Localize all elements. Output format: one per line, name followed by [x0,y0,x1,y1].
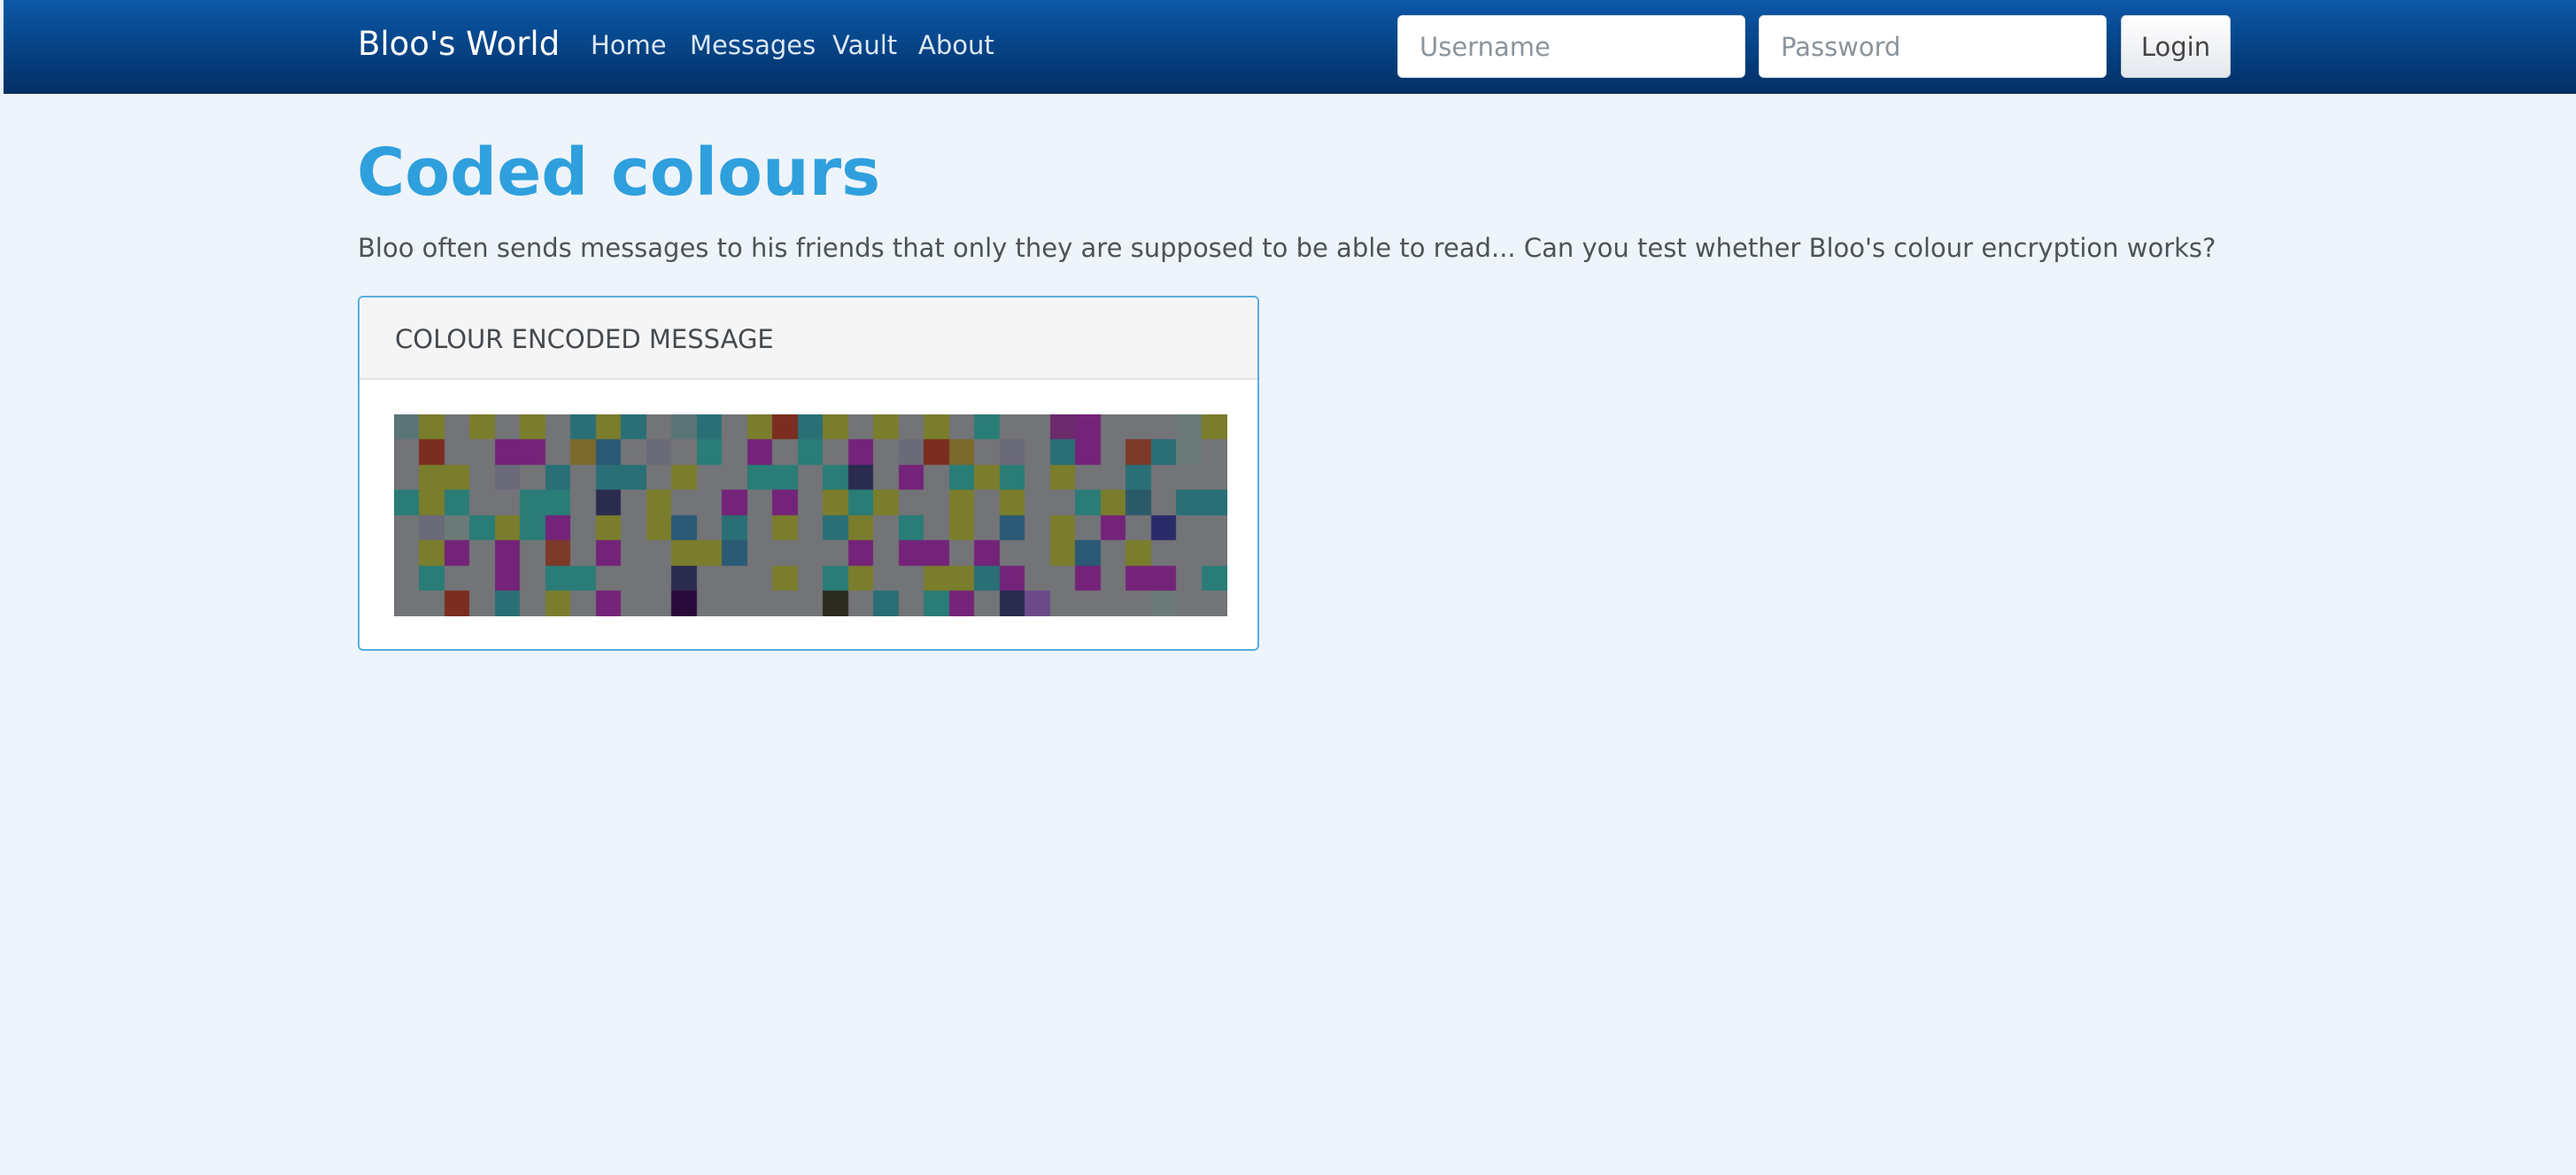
nav-link-vault[interactable]: Vault [832,30,897,60]
nav-link-about[interactable]: About [918,30,994,60]
brand-link[interactable]: Bloo's World [358,25,560,63]
nav-link-messages[interactable]: Messages [690,30,816,60]
top-navbar: Bloo's World Home Messages Vault About L… [4,0,2576,94]
password-input[interactable] [1759,15,2107,78]
nav-link-home[interactable]: Home [591,30,667,60]
login-button[interactable]: Login [2121,15,2231,78]
page-title: Coded colours [357,135,881,211]
card-header-title: COLOUR ENCODED MESSAGE [395,324,774,354]
colour-encoded-image [394,414,1227,616]
page-intro: Bloo often sends messages to his friends… [358,233,2216,263]
card-header: COLOUR ENCODED MESSAGE [360,298,1257,380]
colour-message-card: COLOUR ENCODED MESSAGE [358,296,1259,651]
username-input[interactable] [1397,15,1745,78]
